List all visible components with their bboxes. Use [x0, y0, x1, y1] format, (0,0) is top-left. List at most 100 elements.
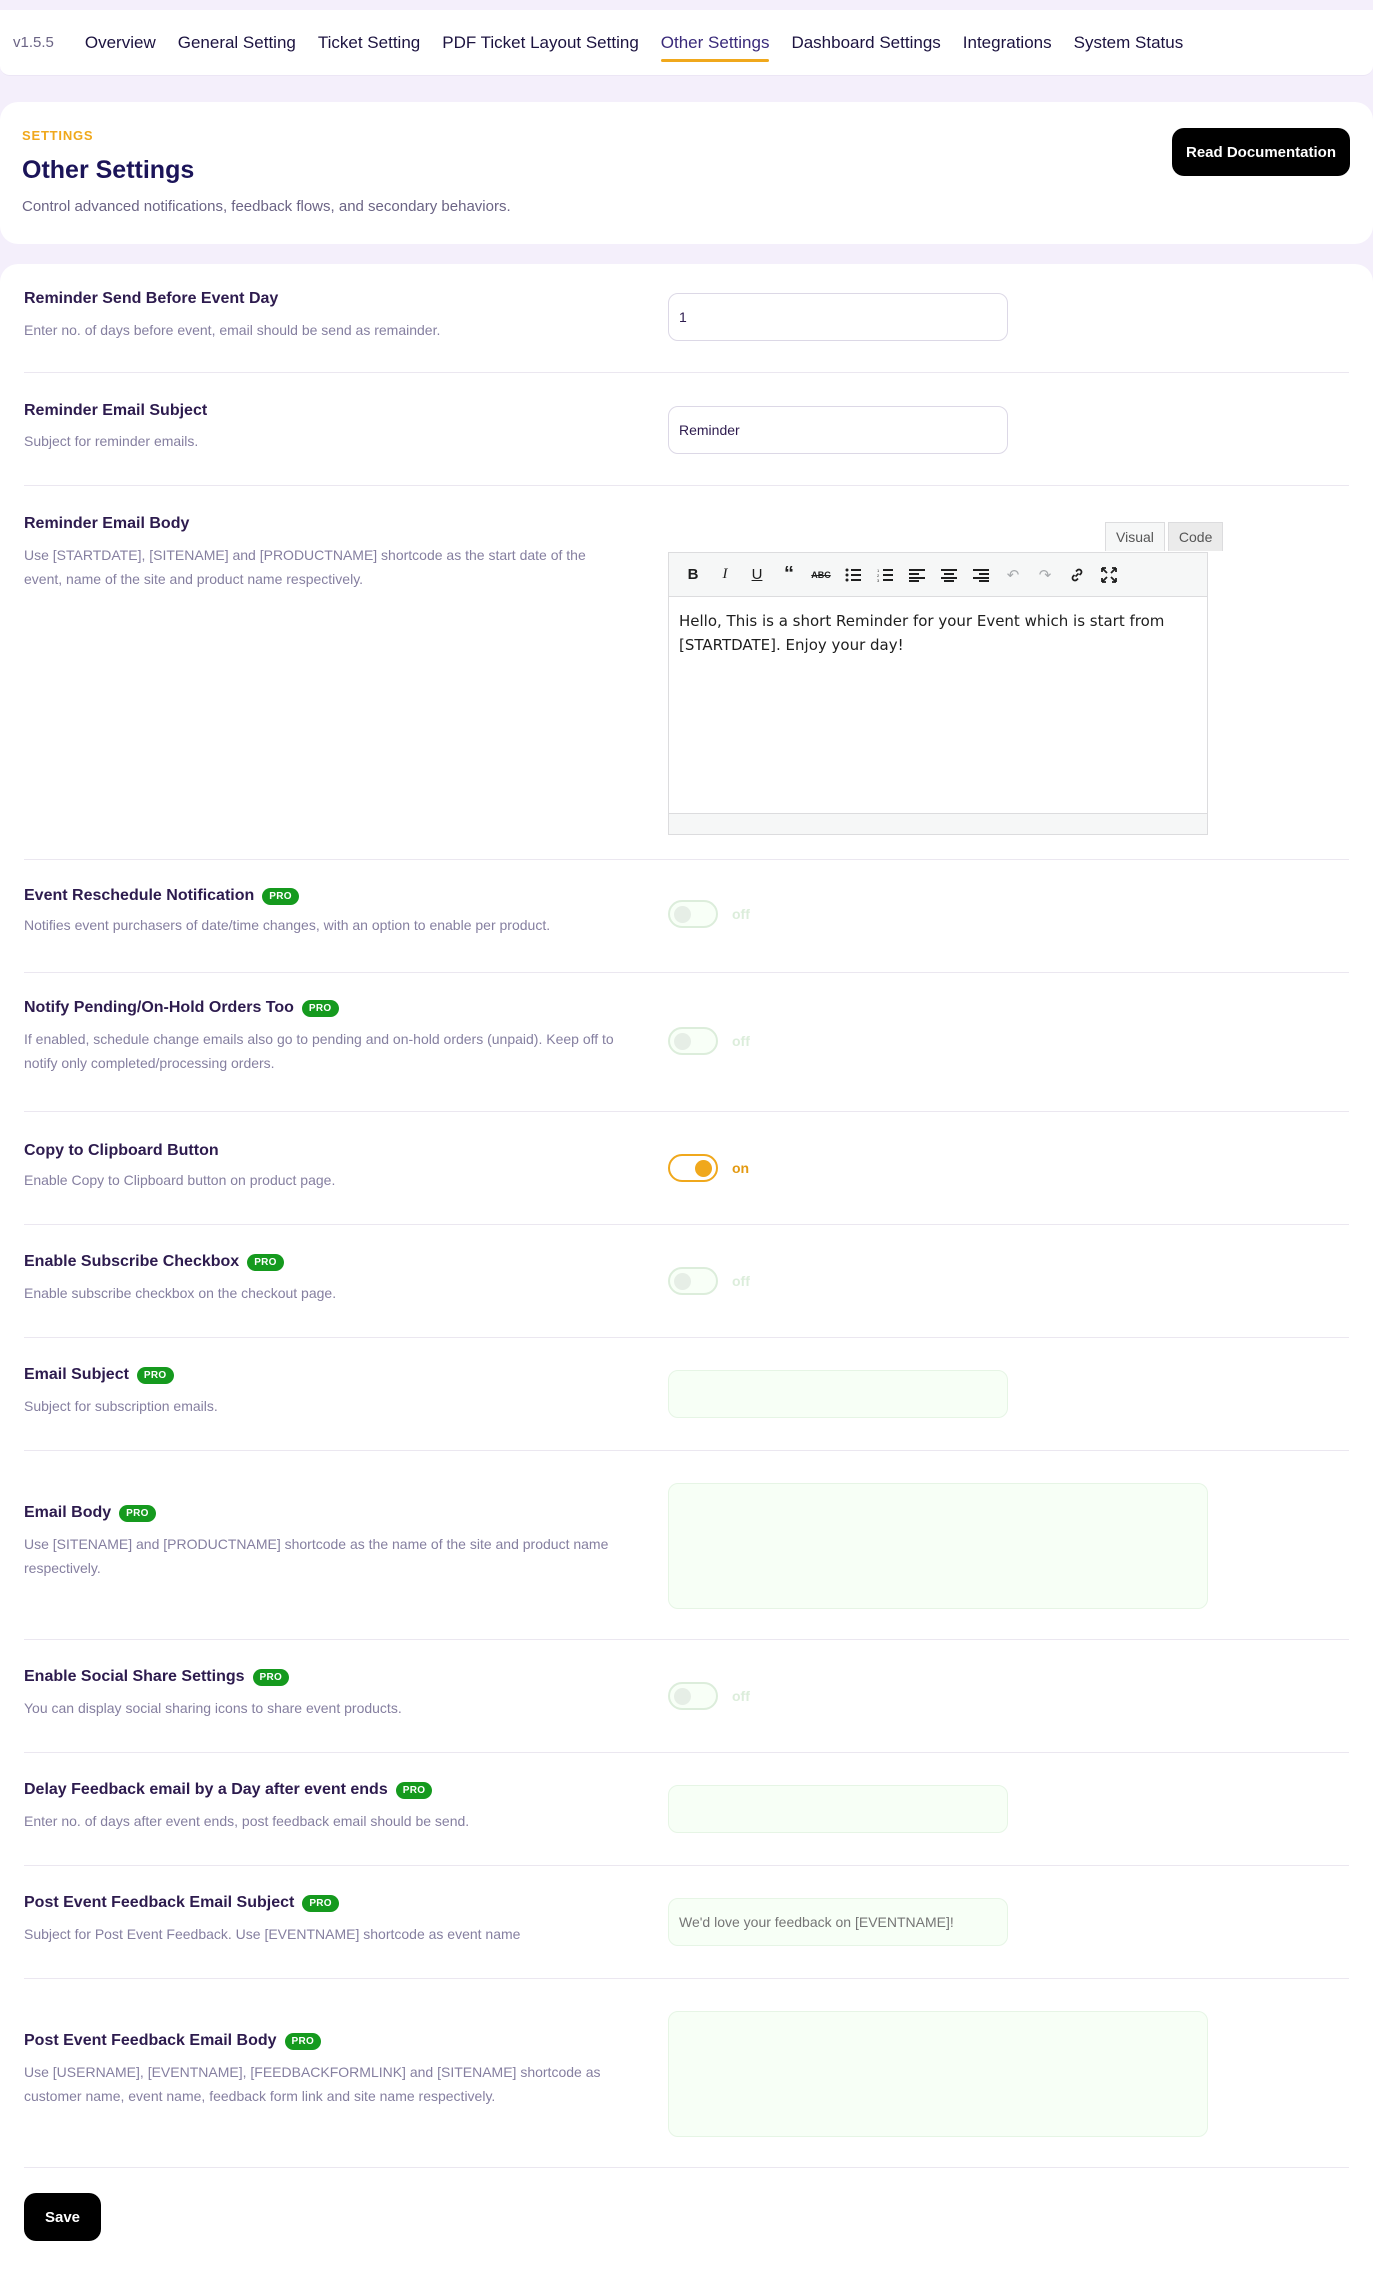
header-eyebrow: SETTINGS [22, 128, 94, 143]
italic-icon[interactable]: I [709, 559, 741, 591]
toggle-track [668, 1682, 718, 1710]
setting-row-reminder-body: Reminder Email Body Use [STARTDATE], [SI… [24, 486, 1349, 860]
setting-label: Copy to Clipboard Button [24, 1142, 219, 1159]
pro-badge: PRO [136, 1366, 174, 1384]
editor-tab-code[interactable]: Code [1167, 522, 1224, 551]
setting-row-feedback-body: Post Event Feedback Email Body PRO Use [U… [24, 1979, 1349, 2168]
setting-row-email-subject: Email Subject PRO Subject for subscriptio… [24, 1338, 1349, 1451]
setting-description: If enabled, schedule change emails also … [24, 1031, 614, 1071]
setting-description: Enable Copy to Clipboard button on produ… [24, 1172, 336, 1188]
toggle-knob [674, 906, 691, 923]
setting-description: Use [SITENAME] and [PRODUCTNAME] shortco… [24, 1536, 609, 1576]
toggle-state: on [732, 1160, 750, 1176]
tab-pdf-ticket-layout-setting[interactable]: PDF Ticket Layout Setting [442, 10, 639, 76]
editor-tab-visual[interactable]: Visual [1105, 522, 1165, 551]
setting-description: Subject for subscription emails. [24, 1398, 218, 1414]
link-icon[interactable] [1061, 559, 1093, 591]
setting-row-reschedule: Event Reschedule Notification PRO Notifie… [24, 860, 1349, 973]
toggle-state: off [732, 1688, 750, 1704]
bold-icon[interactable]: B [677, 559, 709, 591]
tab-integrations[interactable]: Integrations [963, 10, 1052, 76]
tab-ticket-setting[interactable]: Ticket Setting [318, 10, 420, 76]
pro-badge: PRO [395, 1781, 433, 1799]
setting-label: Reminder Email Body [24, 515, 190, 532]
setting-row-social-share: Enable Social Share Settings PRO You can … [24, 1640, 1349, 1753]
setting-description: You can display social sharing icons to … [24, 1700, 402, 1716]
align-left-icon[interactable] [901, 559, 933, 591]
page-header: SETTINGS Other Settings Control advanced… [0, 102, 1373, 244]
setting-row-feedback-delay: Delay Feedback email by a Day after even… [24, 1753, 1349, 1866]
version-label: v1.5.5 [13, 34, 54, 51]
feedback-body-textarea[interactable] [668, 2011, 1208, 2137]
reminder-body-editor: B I U “ ABC 123 ↶ ↷ Hello, This is a sho… [668, 552, 1208, 835]
bullet-list-icon[interactable] [837, 559, 869, 591]
editor-content[interactable]: Hello, This is a short Reminder for your… [669, 597, 1207, 813]
setting-label: Post Event Feedback Email Body PRO [24, 2032, 322, 2050]
blockquote-icon[interactable]: “ [773, 559, 805, 591]
pro-badge: PRO [284, 2032, 322, 2050]
social-share-toggle[interactable]: off [668, 1682, 750, 1710]
settings-panel: Reminder Send Before Event Day Enter no.… [0, 264, 1373, 2281]
toggle-track [668, 900, 718, 928]
setting-label: Enable Subscribe Checkbox PRO [24, 1253, 284, 1271]
save-button[interactable]: Save [24, 2193, 101, 2241]
tab-overview[interactable]: Overview [85, 10, 156, 76]
read-documentation-button[interactable]: Read Documentation [1172, 128, 1350, 176]
editor-tabs: Visual Code [1102, 522, 1224, 551]
toggle-state: off [732, 906, 750, 922]
reminder-days-input[interactable] [668, 293, 1008, 341]
setting-label: Reminder Send Before Event Day [24, 290, 279, 307]
setting-label: Email Body PRO [24, 1504, 156, 1522]
undo-icon[interactable]: ↶ [997, 559, 1029, 591]
feedback-delay-input[interactable] [668, 1785, 1008, 1833]
tab-general-setting[interactable]: General Setting [178, 10, 296, 76]
setting-label: Notify Pending/On-Hold Orders Too PRO [24, 999, 339, 1017]
setting-description: Enable subscribe checkbox on the checkou… [24, 1285, 337, 1301]
toggle-state: off [732, 1273, 750, 1289]
setting-label: Email Subject PRO [24, 1366, 174, 1384]
toggle-knob [674, 1033, 691, 1050]
setting-row-feedback-subject: Post Event Feedback Email Subject PRO Sub… [24, 1866, 1349, 1979]
setting-description: Use [USERNAME], [EVENTNAME], [FEEDBACKFO… [24, 2064, 601, 2104]
page-subtitle: Control advanced notifications, feedback… [22, 198, 511, 215]
email-subject-input[interactable] [668, 1370, 1008, 1418]
setting-row-reminder-days: Reminder Send Before Event Day Enter no.… [24, 264, 1349, 373]
tab-other-settings[interactable]: Other Settings [660, 10, 769, 76]
page-title: Other Settings [22, 156, 195, 184]
toggle-knob [674, 1688, 691, 1705]
setting-row-pending-orders: Notify Pending/On-Hold Orders Too PRO If … [24, 973, 1349, 1112]
editor-toolbar: B I U “ ABC 123 ↶ ↷ [669, 553, 1207, 597]
setting-description: Notifies event purchasers of date/time c… [24, 917, 551, 933]
align-center-icon[interactable] [933, 559, 965, 591]
underline-icon[interactable]: U [741, 559, 773, 591]
pending-orders-toggle[interactable]: off [668, 1027, 750, 1055]
pro-badge: PRO [247, 1253, 284, 1271]
svg-text:3: 3 [877, 578, 880, 582]
top-nav: v1.5.5 Overview General Setting Ticket S… [0, 10, 1373, 76]
align-right-icon[interactable] [965, 559, 997, 591]
pro-badge: PRO [302, 1894, 339, 1912]
redo-icon[interactable]: ↷ [1029, 559, 1061, 591]
toggle-knob [674, 1273, 691, 1290]
tab-dashboard-settings[interactable]: Dashboard Settings [791, 10, 940, 76]
setting-description: Subject for Post Event Feedback. Use [EV… [24, 1926, 521, 1942]
strikethrough-icon[interactable]: ABC [805, 559, 837, 591]
setting-description: Subject for reminder emails. [24, 433, 199, 449]
numbered-list-icon[interactable]: 123 [869, 559, 901, 591]
toggle-track [668, 1267, 718, 1295]
pro-badge: PRO [119, 1504, 156, 1522]
email-body-textarea[interactable] [668, 1483, 1208, 1609]
toggle-track [668, 1027, 718, 1055]
setting-label: Delay Feedback email by a Day after even… [24, 1781, 433, 1799]
reminder-subject-input[interactable] [668, 406, 1008, 454]
clipboard-toggle[interactable]: on [668, 1154, 749, 1182]
setting-row-email-body: Email Body PRO Use [SITENAME] and [PRODUC… [24, 1451, 1349, 1640]
feedback-subject-input[interactable] [668, 1898, 1008, 1946]
setting-label: Reminder Email Subject [24, 402, 208, 419]
reschedule-toggle[interactable]: off [668, 900, 750, 928]
setting-label: Post Event Feedback Email Subject PRO [24, 1894, 339, 1912]
fullscreen-icon[interactable] [1093, 559, 1125, 591]
subscribe-toggle[interactable]: off [668, 1267, 750, 1295]
tab-system-status[interactable]: System Status [1074, 10, 1184, 76]
editor-statusbar [669, 813, 1207, 834]
